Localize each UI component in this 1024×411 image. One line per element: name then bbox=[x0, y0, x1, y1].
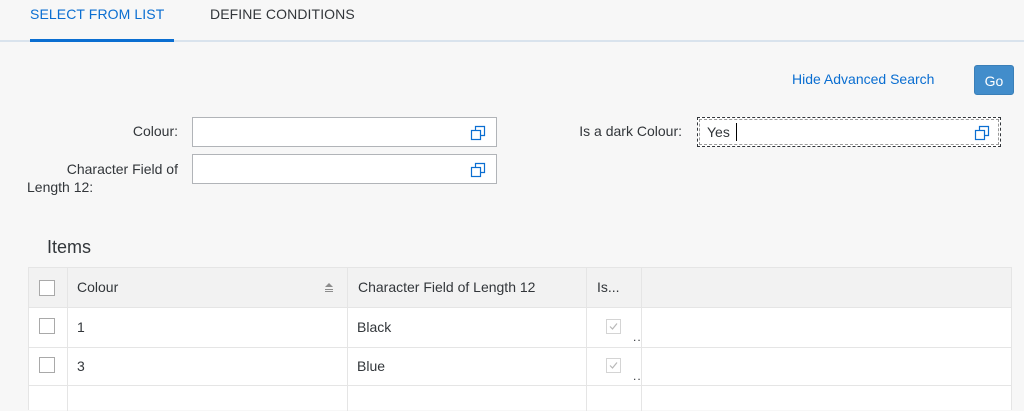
value-help-icon[interactable] bbox=[470, 125, 486, 141]
truncation-ellipsis: .. bbox=[633, 369, 642, 383]
cell-colour: 3 bbox=[77, 358, 85, 374]
row-select-checkbox[interactable] bbox=[39, 357, 55, 373]
truncation-ellipsis: .. bbox=[633, 330, 642, 344]
column-header-colour[interactable]: Colour bbox=[77, 279, 118, 295]
char-field-filter-label: Character Field of Length 12: bbox=[27, 160, 178, 196]
is-dark-checkbox bbox=[606, 358, 621, 373]
select-all-checkbox[interactable] bbox=[39, 280, 55, 296]
tab-bar: SELECT FROM LIST DEFINE CONDITIONS bbox=[0, 0, 1024, 42]
text-cursor bbox=[736, 123, 737, 141]
row-divider bbox=[29, 385, 1011, 386]
colour-filter-input[interactable] bbox=[192, 117, 497, 147]
cell-colour: 1 bbox=[77, 319, 85, 335]
value-help-icon[interactable] bbox=[470, 162, 486, 178]
hide-advanced-search-link[interactable]: Hide Advanced Search bbox=[792, 71, 934, 87]
checkmark-icon bbox=[609, 362, 618, 369]
column-divider bbox=[67, 268, 68, 411]
colour-filter-label: Colour: bbox=[132, 123, 178, 139]
tab-select-from-list[interactable]: SELECT FROM LIST bbox=[30, 0, 174, 42]
go-button[interactable]: Go bbox=[974, 65, 1014, 95]
tab-define-conditions[interactable]: DEFINE CONDITIONS bbox=[210, 0, 380, 40]
column-header-char-field[interactable]: Character Field of Length 12 bbox=[358, 279, 535, 295]
row-select-checkbox[interactable] bbox=[39, 318, 55, 334]
dark-colour-filter-input[interactable]: Yes bbox=[697, 117, 1001, 147]
sort-ascending-icon bbox=[325, 283, 333, 292]
row-divider bbox=[29, 347, 1011, 348]
items-table: Colour Character Field of Length 12 Is..… bbox=[28, 267, 1012, 411]
checkmark-icon bbox=[609, 323, 618, 330]
column-divider bbox=[586, 268, 587, 411]
items-title: Items bbox=[47, 237, 92, 257]
cell-char-field: Blue bbox=[357, 358, 386, 374]
dark-colour-filter-value: Yes bbox=[707, 124, 730, 140]
char-field-label-line2: Length 12: bbox=[27, 179, 94, 195]
dark-colour-filter-label: Is a dark Colour: bbox=[579, 123, 682, 139]
value-help-icon[interactable] bbox=[974, 125, 990, 141]
column-header-is-dark[interactable]: Is... bbox=[597, 279, 620, 295]
column-divider bbox=[347, 268, 348, 411]
cell-char-field: Black bbox=[357, 319, 392, 335]
is-dark-checkbox bbox=[606, 319, 621, 334]
char-field-label-line1: Character Field of bbox=[66, 161, 178, 177]
char-field-filter-input[interactable] bbox=[192, 154, 497, 184]
